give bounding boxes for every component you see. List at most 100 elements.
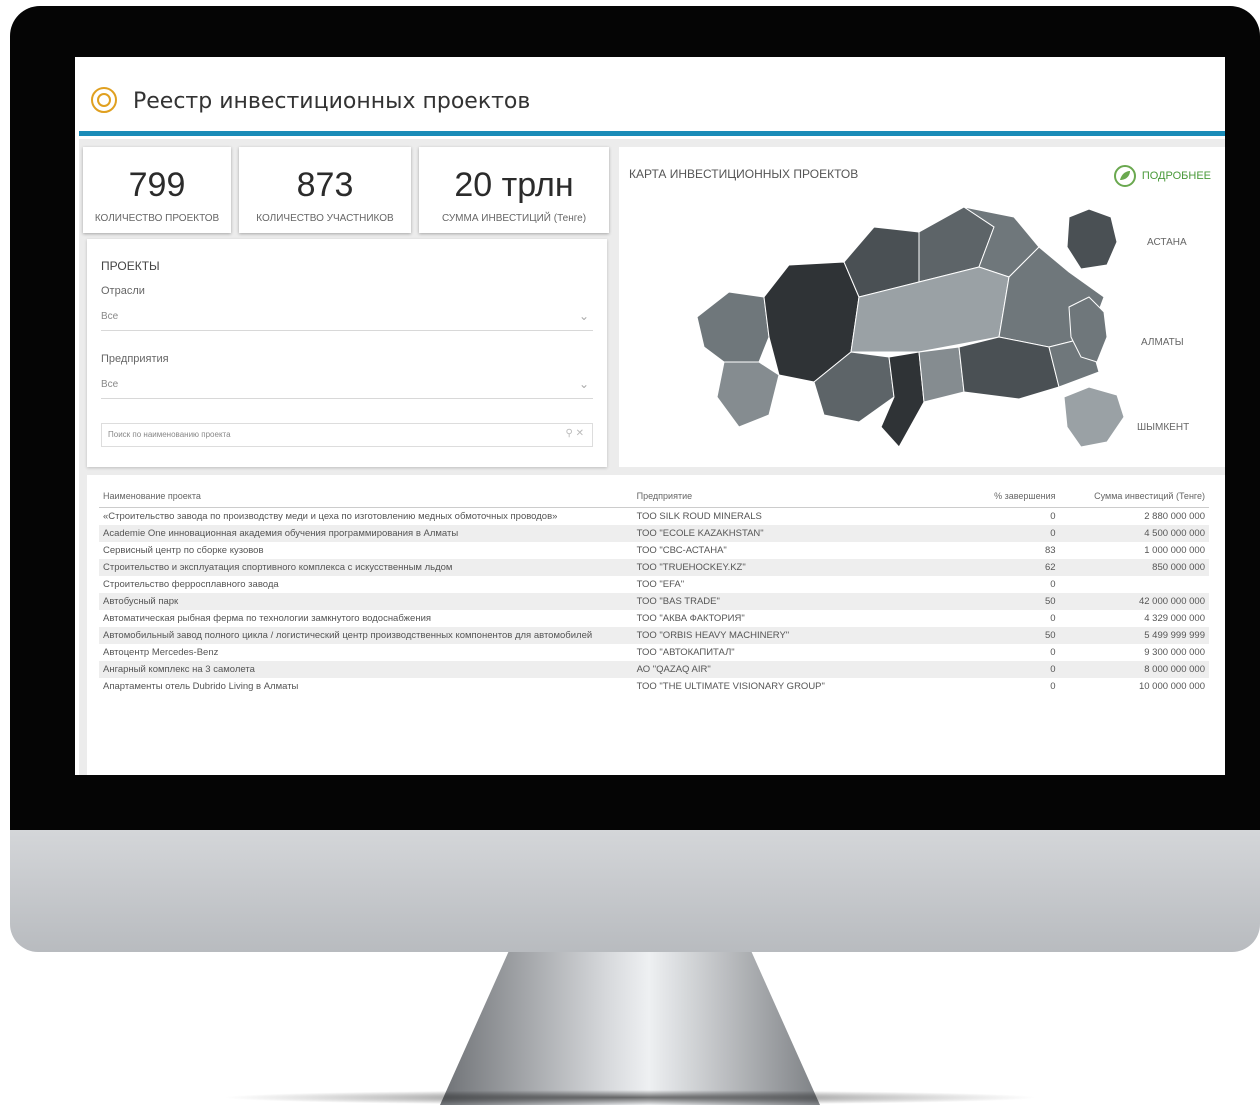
map-region-west: [696, 291, 770, 363]
column-header-investment[interactable]: Сумма инвестиций (Тенге): [1059, 483, 1209, 508]
cell-project: Ангарный комплекс на 3 самолета: [99, 661, 633, 678]
cell-investment: 1 000 000 000: [1144, 545, 1205, 556]
cell-investment: 5 499 999 999: [1059, 627, 1209, 644]
cell-project: Сервисный центр по сборке кузовов: [103, 545, 264, 556]
search-icon[interactable]: ⚲: [566, 428, 573, 439]
chevron-down-icon: ⌄: [578, 309, 589, 323]
table-row[interactable]: Автоматическая рыбная ферма по технологи…: [99, 610, 1209, 627]
table-row[interactable]: Ангарный комплекс на 3 самолета АО "QAZAQ…: [99, 661, 1209, 678]
app-screen: Реестр инвестиционных проектов 799 КОЛИЧ…: [75, 57, 1225, 775]
enterprise-select[interactable]: Все ⌄: [101, 373, 593, 399]
cell-enterprise: ТОО "ORBIS HEAVY MACHINERY": [632, 627, 953, 644]
page-title: Реестр инвестиционных проектов: [133, 89, 531, 114]
cell-completion: 0: [952, 525, 1060, 542]
table-row[interactable]: Автомобильный завод полного цикла / логи…: [99, 627, 1209, 644]
cell-completion: 50: [952, 627, 1060, 644]
cell-investment: 2 880 000 000: [1144, 511, 1205, 522]
kpi-label: КОЛИЧЕСТВО УЧАСТНИКОВ: [256, 213, 394, 224]
table-row[interactable]: Academie One инновационная академия обуч…: [99, 525, 1209, 542]
filters-panel: ПРОЕКТЫ Отрасли Все ⌄ Предприятия Все ⌄ …: [87, 239, 607, 467]
table-body: «Строительство завода по производству ме…: [99, 508, 1209, 696]
cell-completion: 0: [952, 661, 1060, 678]
kpi-card-participants: 873 КОЛИЧЕСТВО УЧАСТНИКОВ: [239, 147, 411, 233]
enterprise-select-value: Все: [101, 379, 119, 390]
app-header: Реестр инвестиционных проектов: [75, 57, 1225, 136]
filters-title: ПРОЕКТЫ: [101, 259, 160, 273]
map-region-zhambyl: [918, 346, 965, 403]
monitor-chin: [10, 830, 1260, 952]
cell-project: Автоцентр Mercedes-Benz: [103, 647, 219, 658]
cell-enterprise: ТОО "TRUEHOCKEY.KZ": [632, 559, 953, 576]
table-row[interactable]: Строительство и эксплуатация спортивного…: [99, 559, 1209, 576]
industry-select-value: Все: [101, 311, 119, 322]
kpi-card-projects: 799 КОЛИЧЕСТВО ПРОЕКТОВ: [83, 147, 231, 233]
cell-enterprise: ТОО SILK ROUD MINERALS: [636, 511, 762, 522]
cell-completion: 0: [1050, 511, 1056, 522]
cell-investment: 42 000 000 000: [1059, 593, 1209, 610]
kpi-label: СУММА ИНВЕСТИЦИЙ (Тенге): [441, 213, 587, 224]
kazakhstan-map: [696, 206, 1125, 448]
map-astana-detail: [1066, 208, 1118, 270]
projects-table-panel: Наименование проекта Предприятие % завер…: [87, 475, 1225, 775]
industry-filter-label: Отрасли: [101, 285, 145, 297]
map-shymkent-detail: [1063, 386, 1125, 448]
cell-project: Автомобильный завод полного цикла / логи…: [99, 627, 633, 644]
kpi-value: 20 трлн: [454, 166, 574, 204]
chevron-down-icon: ⌄: [578, 377, 589, 391]
stand-shadow: [220, 1090, 1040, 1105]
table-row[interactable]: Автоцентр Mercedes-Benz ТОО "АВТОКАПИТАЛ"…: [99, 644, 1209, 661]
project-search-input[interactable]: Поиск по наименованию проекта ⚲ ✕: [101, 423, 593, 447]
column-header-enterprise[interactable]: Предприятие: [632, 483, 953, 508]
city-label-shymkent: ШЫМКЕНТ: [1137, 422, 1190, 433]
cell-investment: 9 300 000 000: [1144, 647, 1205, 658]
table-row[interactable]: Автобусный парк ТОО "BAS TRADE" 50 42 000 0…: [99, 593, 1209, 610]
header-accent-bar: [79, 131, 1225, 136]
cell-enterprise: ТОО "ECOLE KAZAKHSTAN": [632, 525, 953, 542]
cell-investment: [1060, 576, 1209, 593]
cell-enterprise: ТОО "АКВА ФАКТОРИЯ": [636, 613, 745, 624]
cell-project: Апартаменты отель Dubrido Living в Алмат…: [103, 681, 299, 692]
map-region-mangystau: [716, 361, 780, 428]
cell-completion: 0: [1050, 647, 1056, 658]
cell-project: Автобусный парк: [99, 593, 633, 610]
cell-completion: 0: [1050, 579, 1056, 590]
table-row[interactable]: Строительство ферросплавного завода ТОО "…: [99, 576, 1209, 593]
cell-enterprise: ТОО "АВТОКАПИТАЛ": [636, 647, 735, 658]
cell-project: Строительство и эксплуатация спортивного…: [99, 559, 633, 576]
cell-enterprise: ТОО "THE ULTIMATE VISIONARY GROUP": [636, 681, 825, 692]
cell-investment: 10 000 000 000: [1138, 681, 1205, 692]
table-row[interactable]: Апартаменты отель Dubrido Living в Алмат…: [99, 678, 1209, 695]
table-header-row: Наименование проекта Предприятие % завер…: [99, 483, 1209, 508]
cell-project: Автоматическая рыбная ферма по технологи…: [103, 613, 432, 624]
dashboard-body: 799 КОЛИЧЕСТВО ПРОЕКТОВ 873 КОЛИЧЕСТВО У…: [79, 139, 1225, 775]
cell-enterprise: ТОО "EFA": [636, 579, 685, 590]
table-row[interactable]: Сервисный центр по сборке кузовов ТОО "СВ…: [99, 542, 1209, 559]
cell-enterprise: АО "QAZAQ AIR": [632, 661, 953, 678]
column-header-completion[interactable]: % завершения: [952, 483, 1060, 508]
city-label-almaty: АЛМАТЫ: [1141, 337, 1184, 348]
table-row[interactable]: «Строительство завода по производству ме…: [99, 508, 1209, 526]
cell-completion: 50: [952, 593, 1060, 610]
cell-enterprise: ТОО "BAS TRADE": [632, 593, 953, 610]
cell-enterprise: ТОО "СВС-АСТАНА": [636, 545, 727, 556]
cell-project: Academie One инновационная академия обуч…: [99, 525, 633, 542]
clear-icon[interactable]: ✕: [576, 428, 584, 439]
enterprise-filter-label: Предприятия: [101, 353, 169, 365]
kpi-value: 873: [296, 166, 354, 204]
projects-table: Наименование проекта Предприятие % завер…: [99, 483, 1209, 695]
map-region-almaty: [958, 336, 1060, 400]
logo-icon: [91, 87, 117, 113]
cell-investment: 4 500 000 000: [1059, 525, 1209, 542]
column-header-project[interactable]: Наименование проекта: [99, 483, 633, 508]
industry-select[interactable]: Все ⌄: [101, 305, 593, 331]
cell-investment: 8 000 000 000: [1059, 661, 1209, 678]
cell-investment: 4 329 000 000: [1144, 613, 1205, 624]
cell-completion: 83: [1044, 545, 1056, 556]
cell-investment: 850 000 000: [1059, 559, 1209, 576]
kpi-value: 799: [128, 166, 186, 204]
search-placeholder: Поиск по наименованию проекта: [108, 430, 231, 439]
cell-project: Строительство ферросплавного завода: [103, 579, 279, 590]
cell-completion: 0: [1050, 613, 1056, 624]
cell-completion: 62: [952, 559, 1060, 576]
kpi-label: КОЛИЧЕСТВО ПРОЕКТОВ: [94, 213, 220, 224]
